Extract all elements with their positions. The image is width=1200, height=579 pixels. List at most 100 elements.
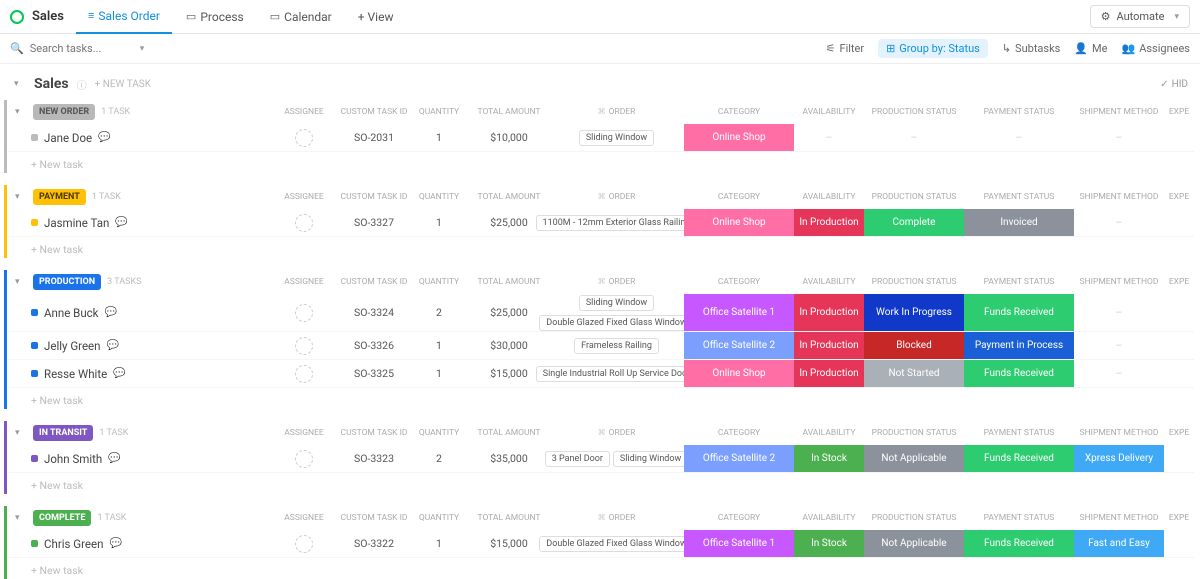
col-availability[interactable]: AVAILABILITY	[794, 513, 864, 523]
new-task-button[interactable]: + New task	[7, 473, 1194, 494]
cell[interactable]: In Stock	[794, 530, 864, 557]
table-row[interactable]: John Smith 💬 SO-3323 2 $35,000 3 Panel D…	[7, 445, 1194, 473]
assignees-button[interactable]: 👥Assignees	[1121, 42, 1190, 55]
task-name[interactable]: Chris Green	[44, 537, 103, 551]
chat-icon[interactable]: 💬	[108, 453, 120, 464]
cell[interactable]: Complete	[864, 209, 964, 236]
col-shipment-method[interactable]: SHIPMENT METHOD	[1074, 428, 1164, 438]
order-pill[interactable]: Frameless Railing	[574, 338, 659, 354]
col-assignee[interactable]: ASSIGNEE	[269, 192, 339, 202]
col-expe[interactable]: EXPE	[1164, 192, 1194, 202]
col-availability[interactable]: AVAILABILITY	[794, 107, 864, 117]
task-name[interactable]: Jane Doe	[44, 131, 92, 145]
cell[interactable]: Not Started	[864, 360, 964, 387]
col-order[interactable]: ⌘ORDER	[549, 428, 684, 438]
task-name[interactable]: Anne Buck	[44, 306, 99, 320]
new-task-button[interactable]: + New task	[7, 388, 1194, 409]
col-amount[interactable]: TOTAL AMOUNT	[469, 192, 549, 202]
cell[interactable]: In Stock	[794, 445, 864, 472]
cell[interactable]: Office Satellite 1	[684, 294, 794, 331]
cell[interactable]: Funds Received	[964, 445, 1074, 472]
col-expe[interactable]: EXPE	[1164, 513, 1194, 523]
col-expe[interactable]: EXPE	[1164, 107, 1194, 117]
col-production-status[interactable]: PRODUCTION STATUS	[864, 192, 964, 202]
col-order[interactable]: ⌘ORDER	[549, 192, 684, 202]
new-task-button[interactable]: + New task	[7, 237, 1194, 258]
col-assignee[interactable]: ASSIGNEE	[269, 428, 339, 438]
col-qty[interactable]: QUANTITY	[409, 192, 469, 202]
col-qty[interactable]: QUANTITY	[409, 277, 469, 287]
assignee-cell[interactable]	[269, 209, 339, 236]
col-payment-status[interactable]: PAYMENT STATUS	[964, 428, 1074, 438]
chat-icon[interactable]: 💬	[113, 368, 125, 379]
cell[interactable]: Online Shop	[684, 360, 794, 387]
col-production-status[interactable]: PRODUCTION STATUS	[864, 107, 964, 117]
task-name[interactable]: Resse White	[44, 367, 107, 381]
table-row[interactable]: Jane Doe 💬 SO-2031 1 $10,000 Sliding Win…	[7, 124, 1194, 152]
new-task-link[interactable]: + NEW TASK	[95, 79, 151, 90]
col-shipment-method[interactable]: SHIPMENT METHOD	[1074, 277, 1164, 287]
assignee-cell[interactable]	[269, 445, 339, 472]
col-amount[interactable]: TOTAL AMOUNT	[469, 428, 549, 438]
cell[interactable]: In Production	[794, 294, 864, 331]
col-qty[interactable]: QUANTITY	[409, 428, 469, 438]
search-input[interactable]	[30, 42, 130, 55]
status-chip[interactable]: PAYMENT	[33, 189, 86, 205]
status-chip[interactable]: NEW ORDER	[33, 104, 95, 120]
col-production-status[interactable]: PRODUCTION STATUS	[864, 428, 964, 438]
hide-button[interactable]: ✓HID	[1160, 79, 1188, 90]
cell[interactable]: Not Applicable	[864, 445, 964, 472]
table-row[interactable]: Jelly Green 💬 SO-3326 1 $30,000 Frameles…	[7, 332, 1194, 360]
cell[interactable]: Invoiced	[964, 209, 1074, 236]
col-category[interactable]: CATEGORY	[684, 428, 794, 438]
order-pill[interactable]: Sliding Window	[579, 130, 654, 146]
cell[interactable]: Funds Received	[964, 294, 1074, 331]
new-task-button[interactable]: + New task	[7, 152, 1194, 173]
tab-calendar[interactable]: ▭Calendar	[258, 0, 344, 34]
cell[interactable]: Payment in Process	[964, 332, 1074, 359]
col-taskid[interactable]: CUSTOM TASK ID	[339, 107, 409, 117]
col-taskid[interactable]: CUSTOM TASK ID	[339, 428, 409, 438]
status-chip[interactable]: PRODUCTION	[33, 274, 101, 290]
chevron-down-icon[interactable]: ▾	[15, 513, 27, 523]
col-order[interactable]: ⌘ORDER	[549, 277, 684, 287]
col-order[interactable]: ⌘ORDER	[549, 107, 684, 117]
cell[interactable]: Office Satellite 2	[684, 332, 794, 359]
col-qty[interactable]: QUANTITY	[409, 107, 469, 117]
status-chip[interactable]: COMPLETE	[33, 510, 91, 526]
filter-button[interactable]: ⚟Filter	[826, 42, 864, 55]
col-production-status[interactable]: PRODUCTION STATUS	[864, 513, 964, 523]
chevron-down-icon[interactable]: ▾	[14, 79, 26, 89]
cell[interactable]: Online Shop	[684, 209, 794, 236]
cell[interactable]: Office Satellite 1	[684, 530, 794, 557]
chevron-down-icon[interactable]: ▾	[15, 107, 27, 117]
table-row[interactable]: Anne Buck 💬 SO-3324 2 $25,000 Sliding Wi…	[7, 294, 1194, 332]
col-availability[interactable]: AVAILABILITY	[794, 428, 864, 438]
col-category[interactable]: CATEGORY	[684, 107, 794, 117]
col-production-status[interactable]: PRODUCTION STATUS	[864, 277, 964, 287]
task-name[interactable]: Jasmine Tan	[44, 216, 109, 230]
automate-button[interactable]: ⚙Automate▾	[1090, 5, 1190, 28]
col-category[interactable]: CATEGORY	[684, 277, 794, 287]
col-order[interactable]: ⌘ORDER	[549, 513, 684, 523]
add-view[interactable]: + View	[346, 0, 406, 34]
chat-icon[interactable]: 💬	[98, 132, 110, 143]
info-icon[interactable]: ⓘ	[77, 77, 87, 92]
cell[interactable]: Xpress Delivery	[1074, 445, 1164, 472]
order-pill[interactable]: Sliding Window	[613, 451, 688, 467]
task-name[interactable]: Jelly Green	[44, 339, 101, 353]
col-expe[interactable]: EXPE	[1164, 428, 1194, 438]
col-expe[interactable]: EXPE	[1164, 277, 1194, 287]
cell[interactable]: Office Satellite 2	[684, 445, 794, 472]
cell[interactable]: Blocked	[864, 332, 964, 359]
order-pill[interactable]: Sliding Window	[579, 295, 654, 311]
order-pill[interactable]: Double Glazed Fixed Glass Window	[539, 315, 693, 331]
table-row[interactable]: Chris Green 💬 SO-3322 1 $15,000 Double G…	[7, 530, 1194, 558]
col-amount[interactable]: TOTAL AMOUNT	[469, 277, 549, 287]
col-payment-status[interactable]: PAYMENT STATUS	[964, 277, 1074, 287]
table-row[interactable]: Jasmine Tan 💬 SO-3327 1 $25,000 1100M - …	[7, 209, 1194, 237]
subtasks-button[interactable]: ↳Subtasks	[1002, 42, 1061, 55]
chevron-down-icon[interactable]: ▾	[15, 192, 27, 202]
cell[interactable]: In Production	[794, 360, 864, 387]
tab-process[interactable]: ▭Process	[174, 0, 256, 34]
